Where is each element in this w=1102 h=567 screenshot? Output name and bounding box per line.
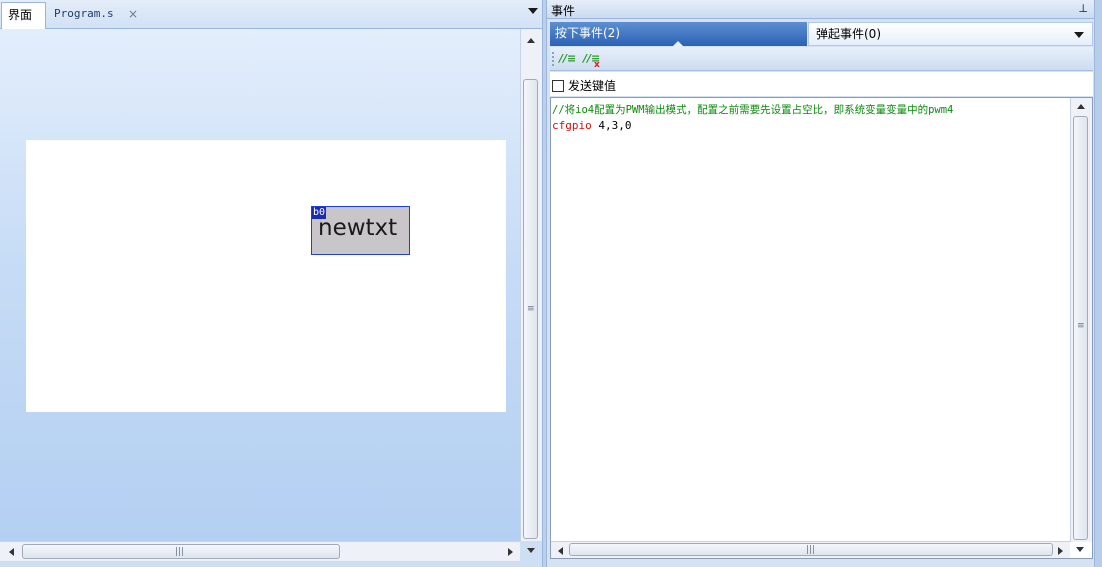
tab-release-event-label: 弹起事件(0) xyxy=(816,27,881,41)
editor-scroll-left-arrow-icon[interactable] xyxy=(558,547,563,555)
design-surface[interactable]: b0 newtxt xyxy=(26,140,506,412)
scroll-up-arrow-icon[interactable] xyxy=(527,38,535,43)
vertical-scroll-thumb[interactable]: ≡ xyxy=(523,79,538,539)
scroll-left-arrow-icon[interactable] xyxy=(9,548,14,556)
text-widget[interactable]: b0 newtxt xyxy=(311,206,410,255)
code-keyword: cfgpio xyxy=(552,119,592,132)
tab-program-s[interactable]: Program.s × xyxy=(48,2,148,29)
event-tab-dropdown-icon[interactable] xyxy=(1074,32,1084,38)
send-key-value-label[interactable]: 发送键值 xyxy=(568,77,616,94)
editor-hscroll-grip-icon: ||| xyxy=(806,545,816,555)
scroll-grip-icon: ≡ xyxy=(527,304,535,314)
uncomment-lines-button[interactable]: //≡ x xyxy=(583,50,601,70)
hscroll-grip-icon: ||| xyxy=(175,547,185,557)
pin-icon[interactable]: ⊥ xyxy=(1078,2,1088,15)
editor-vertical-scroll-thumb[interactable]: ≡ xyxy=(1073,116,1088,540)
editor-horizontal-scrollbar[interactable]: ||| xyxy=(551,541,1070,558)
scroll-right-arrow-icon[interactable] xyxy=(508,548,513,556)
code-toolbar: //≡ //≡ x xyxy=(550,47,1093,71)
events-panel: 事件 ⊥ 按下事件(2) 弹起事件(0) //≡ //≡ x 发送键值 //将i… xyxy=(547,0,1094,567)
widget-text: newtxt xyxy=(318,215,398,241)
document-tab-bar: 界面 Program.s × xyxy=(0,0,542,30)
designer-horizontal-scrollbar[interactable]: ||| xyxy=(0,541,520,561)
right-edge-dock xyxy=(1094,0,1102,567)
editor-horizontal-scroll-thumb[interactable]: ||| xyxy=(569,543,1053,556)
tab-list-dropdown-icon[interactable] xyxy=(528,8,538,14)
editor-vertical-scrollbar[interactable]: ≡ xyxy=(1070,98,1092,542)
tab-release-event[interactable]: 弹起事件(0) xyxy=(808,22,1093,46)
designer-panel: 界面 Program.s × b0 newtxt ≡ ||| xyxy=(0,0,542,567)
send-key-value-checkbox[interactable] xyxy=(552,80,564,92)
comment-icon: //≡ xyxy=(559,52,577,65)
design-canvas-area[interactable]: b0 newtxt xyxy=(0,29,520,541)
events-panel-title: 事件 xyxy=(551,4,576,18)
tab-program-label: Program.s xyxy=(54,7,114,20)
scroll-down-arrow-icon[interactable] xyxy=(527,548,535,553)
tab-interface-label: 界面 xyxy=(8,8,33,22)
tab-press-event-label: 按下事件(2) xyxy=(555,26,620,40)
editor-scroll-down-arrow-icon[interactable] xyxy=(1076,547,1084,552)
events-panel-titlebar: 事件 ⊥ xyxy=(547,0,1094,19)
event-options: 发送键值 xyxy=(550,72,1093,96)
comment-lines-button[interactable]: //≡ xyxy=(559,50,577,68)
event-tabs: 按下事件(2) 弹起事件(0) xyxy=(550,22,1093,47)
editor-scroll-up-arrow-icon[interactable] xyxy=(1077,104,1085,109)
tab-interface[interactable]: 界面 xyxy=(1,2,46,30)
tab-press-event[interactable]: 按下事件(2) xyxy=(550,22,807,47)
editor-scroll-right-arrow-icon[interactable] xyxy=(1058,547,1063,555)
code-editor[interactable]: //将io4配置为PWM输出模式，配置之前需要先设置占空比，即系统变量变量中的p… xyxy=(550,97,1093,559)
code-args: 4,3,0 xyxy=(591,119,632,132)
designer-vertical-scrollbar[interactable]: ≡ xyxy=(520,29,542,553)
code-line-comment[interactable]: //将io4配置为PWM输出模式，配置之前需要先设置占空比，即系统变量变量中的p… xyxy=(552,102,953,117)
horizontal-scroll-thumb[interactable]: ||| xyxy=(22,544,340,559)
code-line-command[interactable]: cfgpio 4,3,0 xyxy=(552,119,632,132)
toolbar-grip-icon xyxy=(552,52,554,66)
tab-close-icon[interactable]: × xyxy=(128,2,138,26)
editor-scroll-grip-icon: ≡ xyxy=(1077,321,1085,331)
